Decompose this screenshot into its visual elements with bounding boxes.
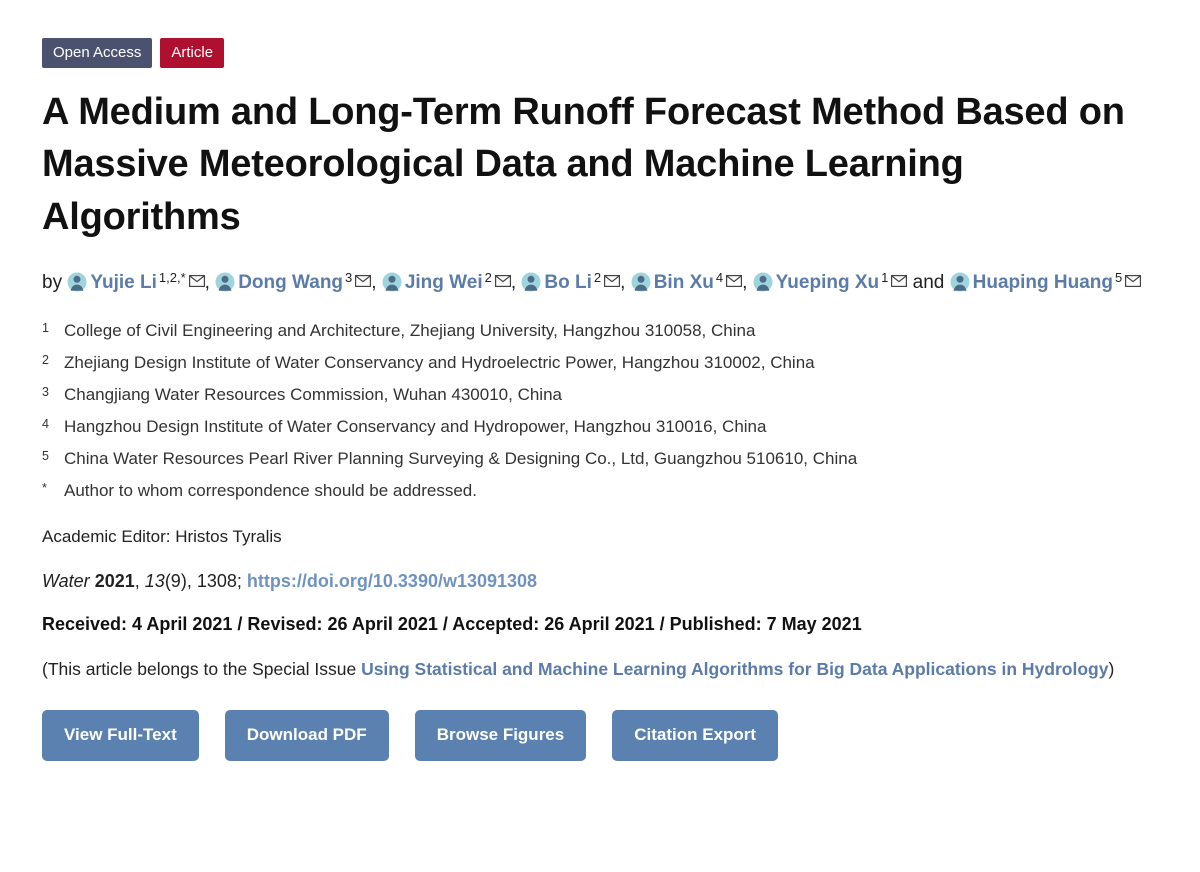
- author-avatar-icon: [215, 272, 235, 292]
- affiliation-item: 4 Hangzhou Design Institute of Water Cons…: [42, 417, 1160, 437]
- envelope-icon[interactable]: [604, 267, 621, 288]
- article-header-page: Open Access Article A Medium and Long-Te…: [0, 0, 1200, 762]
- affiliation-item: * Author to whom correspondence should be…: [42, 481, 1160, 501]
- envelope-icon[interactable]: [891, 267, 908, 288]
- affiliation-text: Author to whom correspondence should be …: [64, 481, 477, 501]
- author-avatar-icon: [753, 272, 773, 292]
- author-name-link[interactable]: Huaping Huang: [973, 272, 1113, 293]
- envelope-icon[interactable]: [188, 267, 205, 288]
- author-affiliation-marker: 3: [345, 270, 353, 286]
- envelope-icon[interactable]: [726, 267, 743, 288]
- author-separator: ,: [742, 272, 748, 294]
- doi-link[interactable]: https://doi.org/10.3390/w13091308: [247, 571, 537, 591]
- author-name-link[interactable]: Yujie Li: [90, 272, 157, 293]
- author-separator: ,: [620, 272, 626, 294]
- affiliation-marker: 2: [42, 353, 49, 368]
- special-issue-note: (This article belongs to the Special Iss…: [42, 657, 1160, 682]
- author-name-link[interactable]: Yueping Xu: [776, 272, 879, 293]
- author-avatar-icon: [631, 272, 651, 292]
- academic-editor: Academic Editor: Hristos Tyralis: [42, 526, 282, 546]
- author-name-link[interactable]: Bin Xu: [654, 272, 714, 293]
- browse-figures-button[interactable]: Browse Figures: [414, 710, 587, 762]
- author-entry: Bin Xu 4: [631, 270, 743, 293]
- affiliation-text: College of Civil Engineering and Archite…: [64, 321, 756, 341]
- author-affiliation-marker: 5: [1115, 270, 1123, 286]
- affiliation-item: 5 China Water Resources Pearl River Plann…: [42, 449, 1160, 469]
- author-list: Yujie Li 1,2,*, Dong Wang 3, Jing Wei 2, Bo…: [62, 270, 1142, 294]
- publication-dates: Received: 4 April 2021 / Revised: 26 Apr…: [42, 613, 862, 634]
- author-entry: Yueping Xu 1: [753, 270, 908, 293]
- affiliation-marker: 4: [42, 417, 49, 432]
- envelope-icon[interactable]: [1125, 267, 1142, 288]
- special-issue-prefix: (This article belongs to the Special Iss…: [42, 658, 362, 679]
- author-avatar-icon: [382, 272, 402, 292]
- affiliation-item: 2 Zhejiang Design Institute of Water Cons…: [42, 353, 1160, 373]
- author-affiliation-marker: 2: [484, 270, 492, 286]
- affiliation-item: 3 Changjiang Water Resources Commission, …: [42, 385, 1160, 405]
- envelope-icon[interactable]: [355, 267, 372, 288]
- author-separator: ,: [510, 272, 517, 294]
- badge-row: Open Access Article: [42, 38, 1160, 68]
- special-issue-link[interactable]: Using Statistical and Machine Learning A…: [361, 659, 1108, 679]
- affiliation-marker: *: [42, 481, 47, 496]
- affiliation-marker: 3: [42, 385, 49, 400]
- author-affiliation-marker: 1: [881, 270, 889, 286]
- citation-comma-2: ,: [186, 570, 192, 591]
- open-access-badge[interactable]: Open Access: [42, 38, 153, 68]
- affiliation-text: Changjiang Water Resources Commission, W…: [64, 385, 562, 405]
- author-entry: Yujie Li 1,2,*: [67, 270, 205, 293]
- author-entry: Huaping Huang 5: [950, 270, 1142, 293]
- author-entry: Jing Wei 2: [382, 270, 511, 293]
- author-separator: ,: [371, 272, 377, 294]
- author-conjunction: and: [912, 272, 945, 294]
- author-avatar-icon: [521, 272, 541, 292]
- author-affiliation-marker: 2: [593, 270, 602, 286]
- affiliation-item: 1 College of Civil Engineering and Archit…: [42, 321, 1160, 341]
- author-name-link[interactable]: Dong Wang: [238, 272, 343, 293]
- author-entry: Dong Wang 3: [215, 270, 372, 293]
- citation-comma-1: ,: [134, 570, 140, 591]
- author-entry: Bo Li 2: [521, 270, 621, 293]
- affiliation-marker: 5: [42, 449, 49, 464]
- article-number: 1308: [196, 570, 237, 591]
- affiliation-text: Hangzhou Design Institute of Water Conse…: [64, 417, 767, 437]
- author-name-link[interactable]: Jing Wei: [405, 272, 483, 293]
- affiliation-text: Zhejiang Design Institute of Water Conse…: [64, 353, 815, 373]
- journal-name: Water: [42, 570, 90, 591]
- action-button-row: View Full-Text Download PDF Browse Figures…: [42, 710, 1160, 762]
- author-affiliation-marker: 4: [715, 270, 724, 286]
- download-pdf-button[interactable]: Download PDF: [224, 710, 389, 762]
- journal-issue: (9): [164, 570, 187, 591]
- page-title: A Medium and Long-Term Runoff Forecast M…: [42, 91, 1125, 238]
- byline-prefix: by: [42, 272, 63, 294]
- affiliation-text: China Water Resources Pearl River Planni…: [64, 449, 858, 469]
- journal-volume: 13: [144, 570, 165, 591]
- journal-year: 2021: [94, 570, 135, 591]
- article-type-badge[interactable]: Article: [160, 38, 225, 68]
- author-avatar-icon: [950, 272, 970, 292]
- view-full-text-button[interactable]: View Full-Text: [42, 710, 199, 762]
- author-name-link[interactable]: Bo Li: [544, 272, 592, 293]
- citation-export-button[interactable]: Citation Export: [612, 710, 779, 762]
- journal-citation: Water 2021, 13(9), 1308; https://doi.org…: [42, 571, 1160, 592]
- author-byline: by Yujie Li 1,2,*, Dong Wang 3, Jing Wei 2,…: [42, 267, 1160, 299]
- author-separator: ,: [204, 272, 210, 294]
- envelope-icon[interactable]: [494, 267, 511, 288]
- author-affiliation-marker: 1,2,*: [158, 270, 186, 286]
- affiliation-list: 1 College of Civil Engineering and Archit…: [42, 321, 1160, 501]
- author-avatar-icon: [67, 272, 87, 292]
- citation-semicolon: ;: [236, 570, 242, 591]
- special-issue-suffix: ): [1108, 658, 1115, 679]
- affiliation-marker: 1: [42, 321, 49, 336]
